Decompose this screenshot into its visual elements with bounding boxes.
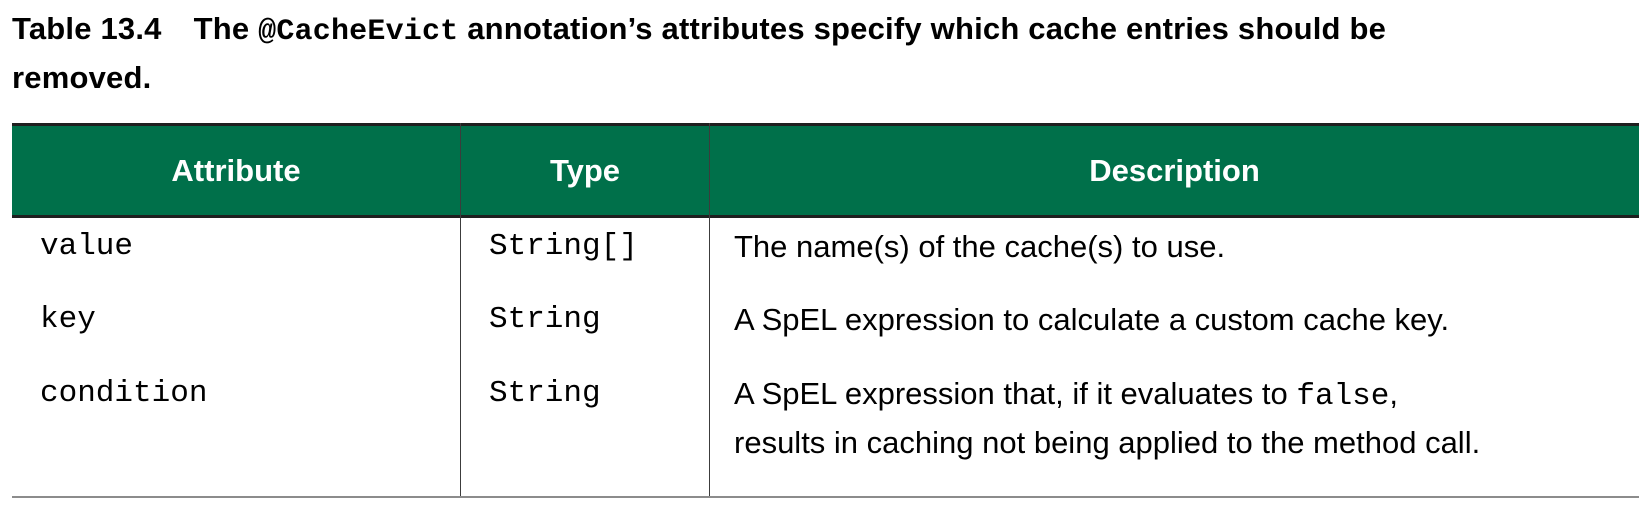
description-inline-code: false	[1296, 379, 1390, 414]
header-description: Description	[1089, 153, 1260, 188]
caption-line1-rest: annotation’s attributes specify which ca…	[458, 11, 1387, 46]
row-description: A SpEL expression that, if it evaluates …	[734, 371, 1634, 466]
row-type: String	[489, 302, 601, 337]
row-type: String[]	[489, 229, 638, 264]
table-number: Table 13.4	[12, 11, 162, 46]
table-caption: Table 13.4 The @CacheEvict annotation’s a…	[12, 6, 1632, 101]
table-header-row: Attribute Type Description	[12, 123, 1639, 218]
row-attribute: key	[40, 302, 96, 337]
row-type: String	[489, 376, 601, 411]
row-description: A SpEL expression to calculate a custom …	[734, 302, 1450, 337]
header-type: Type	[549, 153, 621, 188]
attributes-table: Attribute Type Description value String[…	[12, 123, 1639, 498]
column-divider	[460, 123, 461, 496]
column-divider	[709, 123, 710, 496]
description-text: ,	[1389, 376, 1398, 411]
caption-prefix: The	[193, 11, 259, 46]
row-attribute: value	[40, 229, 134, 264]
header-attribute: Attribute	[171, 153, 301, 188]
caption-line2: removed.	[12, 60, 152, 95]
caption-annotation-code: @CacheEvict	[258, 15, 459, 49]
row-attribute: condition	[40, 376, 208, 411]
description-text: A SpEL expression that, if it evaluates …	[734, 376, 1297, 411]
description-text-line2: results in caching not being applied to …	[734, 425, 1481, 460]
row-description: The name(s) of the cache(s) to use.	[734, 229, 1226, 264]
